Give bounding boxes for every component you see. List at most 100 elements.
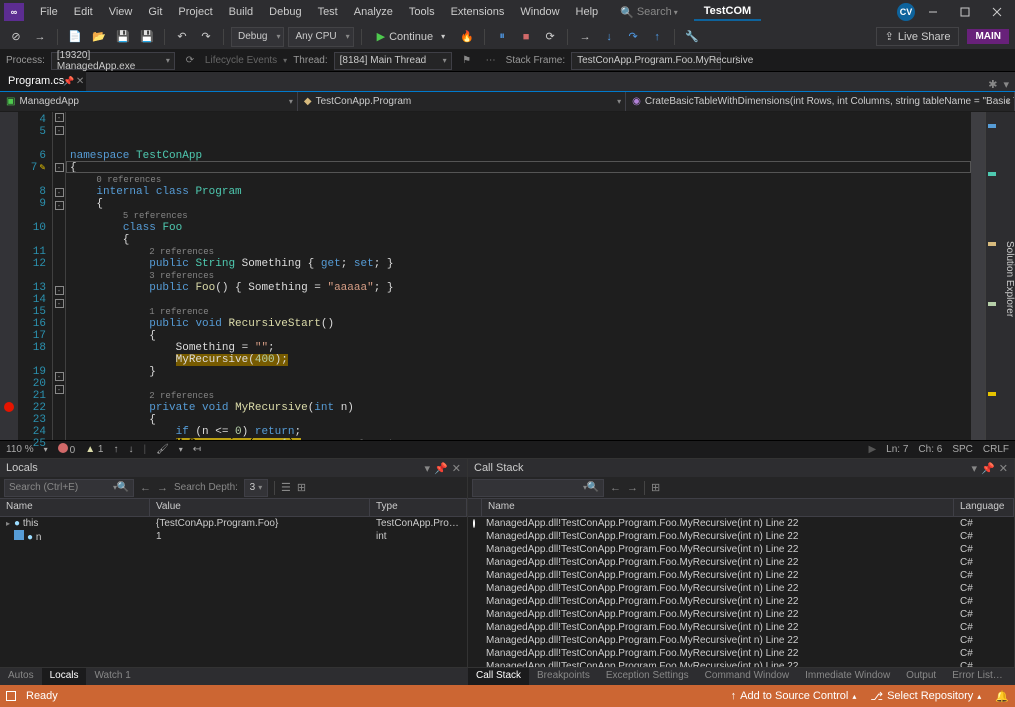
open-icon[interactable]: 📂	[89, 27, 109, 47]
nav-right-icon[interactable]: ▶	[868, 444, 876, 455]
warning-badge[interactable]: ▲ 1	[85, 444, 103, 455]
nav-project[interactable]: ▣ ManagedApp	[0, 92, 298, 111]
tab-output[interactable]: Output	[898, 668, 944, 685]
continue-button[interactable]: ▶Continue▾	[369, 27, 454, 47]
solution-name[interactable]: TestCOM	[694, 3, 761, 21]
step-next-icon[interactable]: →	[575, 27, 595, 47]
menu-window[interactable]: Window	[512, 3, 567, 21]
callstack-row[interactable]: ManagedApp.dll!TestConApp.Program.Foo.My…	[468, 595, 1014, 608]
arrow-left-icon[interactable]: ↤	[193, 444, 201, 455]
col-value[interactable]: Value	[150, 499, 370, 516]
cs-view-icon[interactable]: ⊞	[651, 481, 660, 494]
solution-explorer-rail[interactable]: Solution Explorer	[997, 112, 1015, 440]
tool-icon[interactable]: 🔧	[682, 27, 702, 47]
source-control-button[interactable]: ↑Add to Source Control▴	[731, 690, 857, 702]
step-out-icon[interactable]: ↑	[647, 27, 667, 47]
menu-file[interactable]: File	[32, 3, 66, 21]
code-editor[interactable]: 4567✎8910111213141516171819202122232425 …	[0, 112, 1015, 440]
callstack-row[interactable]: ManagedApp.dll!TestConApp.Program.Foo.My…	[468, 556, 1014, 569]
platform-dropdown[interactable]: Any CPU	[288, 27, 353, 47]
breakpoint-gutter[interactable]	[0, 112, 18, 440]
step-over-icon[interactable]: ↷	[623, 27, 643, 47]
thread-filter-icon[interactable]: ⋯	[482, 52, 500, 70]
callstack-row[interactable]: ManagedApp.dll!TestConApp.Program.Foo.My…	[468, 647, 1014, 660]
nav-up-icon[interactable]: ↑	[113, 444, 118, 455]
avatar[interactable]: CV	[897, 3, 915, 21]
callstack-row[interactable]: ManagedApp.dll!TestConApp.Program.Foo.My…	[468, 517, 1014, 530]
line-ending[interactable]: CRLF	[983, 444, 1009, 455]
menu-extensions[interactable]: Extensions	[443, 3, 513, 21]
repo-button[interactable]: ⎇Select Repository▴	[870, 690, 981, 703]
menu-git[interactable]: Git	[140, 3, 170, 21]
search-next-icon[interactable]: →	[157, 482, 168, 494]
callstack-row[interactable]: ManagedApp.dll!TestConApp.Program.Foo.My…	[468, 621, 1014, 634]
depth-dropdown[interactable]: 3	[244, 479, 268, 497]
tab-error-list-[interactable]: Error List…	[944, 668, 1011, 685]
tab-programcs[interactable]: Program.cs 📌 ✕	[0, 71, 86, 91]
indent-mode[interactable]: SPC	[952, 444, 973, 455]
callstack-search[interactable]: ​▾🔍	[472, 479, 604, 497]
thread-flag-icon[interactable]: ⚑	[458, 52, 476, 70]
ch-col[interactable]: Ch: 6	[918, 444, 942, 455]
menu-help[interactable]: Help	[568, 3, 607, 21]
close-tab-icon[interactable]: ✕	[76, 76, 84, 87]
locals-tool2-icon[interactable]: ⊞	[297, 481, 306, 494]
tab-dropdown-icon[interactable]: ▾	[1003, 78, 1009, 91]
new-file-icon[interactable]: 📄	[65, 27, 85, 47]
panel-dropdown-icon[interactable]: ▾	[425, 462, 431, 475]
pause-icon[interactable]: ⏸	[492, 27, 512, 47]
undo-icon[interactable]: ↶	[172, 27, 192, 47]
col-language[interactable]: Language	[954, 499, 1014, 516]
forward-button[interactable]: →	[30, 27, 50, 47]
back-button[interactable]: ⊘	[6, 27, 26, 47]
stop-icon[interactable]: ■	[516, 27, 536, 47]
redo-icon[interactable]: ↷	[196, 27, 216, 47]
callstack-title-bar[interactable]: Call Stack ▾ 📌 ✕	[468, 459, 1014, 477]
locals-search[interactable]: Search (Ctrl+E) ▾🔍	[4, 479, 134, 497]
tab-command-window[interactable]: Command Window	[697, 668, 797, 685]
config-dropdown[interactable]: Debug	[231, 27, 284, 47]
callstack-row[interactable]: ManagedApp.dll!TestConApp.Program.Foo.My…	[468, 530, 1014, 543]
col-name[interactable]: Name	[0, 499, 150, 516]
panel-close-icon[interactable]: ✕	[452, 462, 461, 475]
callstack-row[interactable]: ManagedApp.dll!TestConApp.Program.Foo.My…	[468, 543, 1014, 556]
menu-analyze[interactable]: Analyze	[346, 3, 401, 21]
tab-call-stack[interactable]: Call Stack	[468, 668, 529, 685]
callstack-row[interactable]: ManagedApp.dll!TestConApp.Program.Foo.My…	[468, 582, 1014, 595]
brush-icon[interactable]: 🖌	[156, 444, 169, 455]
notifications-icon[interactable]: 🔔	[995, 690, 1009, 703]
pin-icon[interactable]: 📌	[63, 76, 74, 87]
save-icon[interactable]: 💾	[113, 27, 133, 47]
panel-close-icon[interactable]: ✕	[999, 462, 1008, 475]
col-name[interactable]: Name	[482, 499, 954, 516]
menu-tools[interactable]: Tools	[401, 3, 443, 21]
tab-autos[interactable]: Autos	[0, 668, 42, 685]
fold-gutter[interactable]: ---------	[52, 112, 66, 440]
close-button[interactable]	[983, 2, 1011, 22]
menu-view[interactable]: View	[101, 3, 141, 21]
menu-build[interactable]: Build	[221, 3, 261, 21]
thread-dropdown[interactable]: [8184] Main Thread	[334, 52, 452, 70]
locals-rows[interactable]: ▸● this{TestConApp.Program.Foo}TestConAp…	[0, 517, 467, 667]
menu-debug[interactable]: Debug	[261, 3, 309, 21]
editor-overview[interactable]	[985, 112, 997, 440]
menu-edit[interactable]: Edit	[66, 3, 101, 21]
step-into-icon[interactable]: ↓	[599, 27, 619, 47]
lifecycle-icon[interactable]: ⟳	[181, 52, 199, 70]
nav-down-icon[interactable]: ↓	[128, 444, 133, 455]
menu-test[interactable]: Test	[310, 3, 346, 21]
callstack-rows[interactable]: ManagedApp.dll!TestConApp.Program.Foo.My…	[468, 517, 1014, 667]
ln-col[interactable]: Ln: 7	[886, 444, 908, 455]
tab-changes-icon[interactable]: ✱	[988, 78, 997, 91]
panel-dropdown-icon[interactable]: ▾	[972, 462, 978, 475]
cs-next-icon[interactable]: →	[627, 482, 638, 494]
process-dropdown[interactable]: [19320] ManagedApp.exe	[51, 52, 175, 70]
hotreload-icon[interactable]: 🔥	[457, 27, 477, 47]
restart-icon[interactable]: ⟳	[540, 27, 560, 47]
tab-breakpoints[interactable]: Breakpoints	[529, 668, 598, 685]
callstack-row[interactable]: ManagedApp.dll!TestConApp.Program.Foo.My…	[468, 634, 1014, 647]
nav-type[interactable]: ◆ TestConApp.Program	[298, 92, 626, 111]
locals-tool1-icon[interactable]: ☰	[281, 481, 291, 494]
editor-scrollbar[interactable]	[971, 112, 985, 440]
tab-watch-1[interactable]: Watch 1	[86, 668, 138, 685]
